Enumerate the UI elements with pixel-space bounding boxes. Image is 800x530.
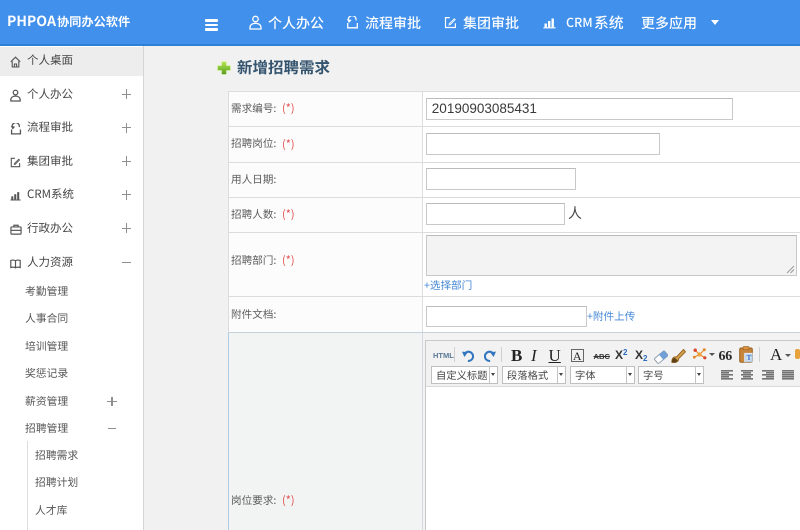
svg-text:T: T (747, 354, 752, 362)
